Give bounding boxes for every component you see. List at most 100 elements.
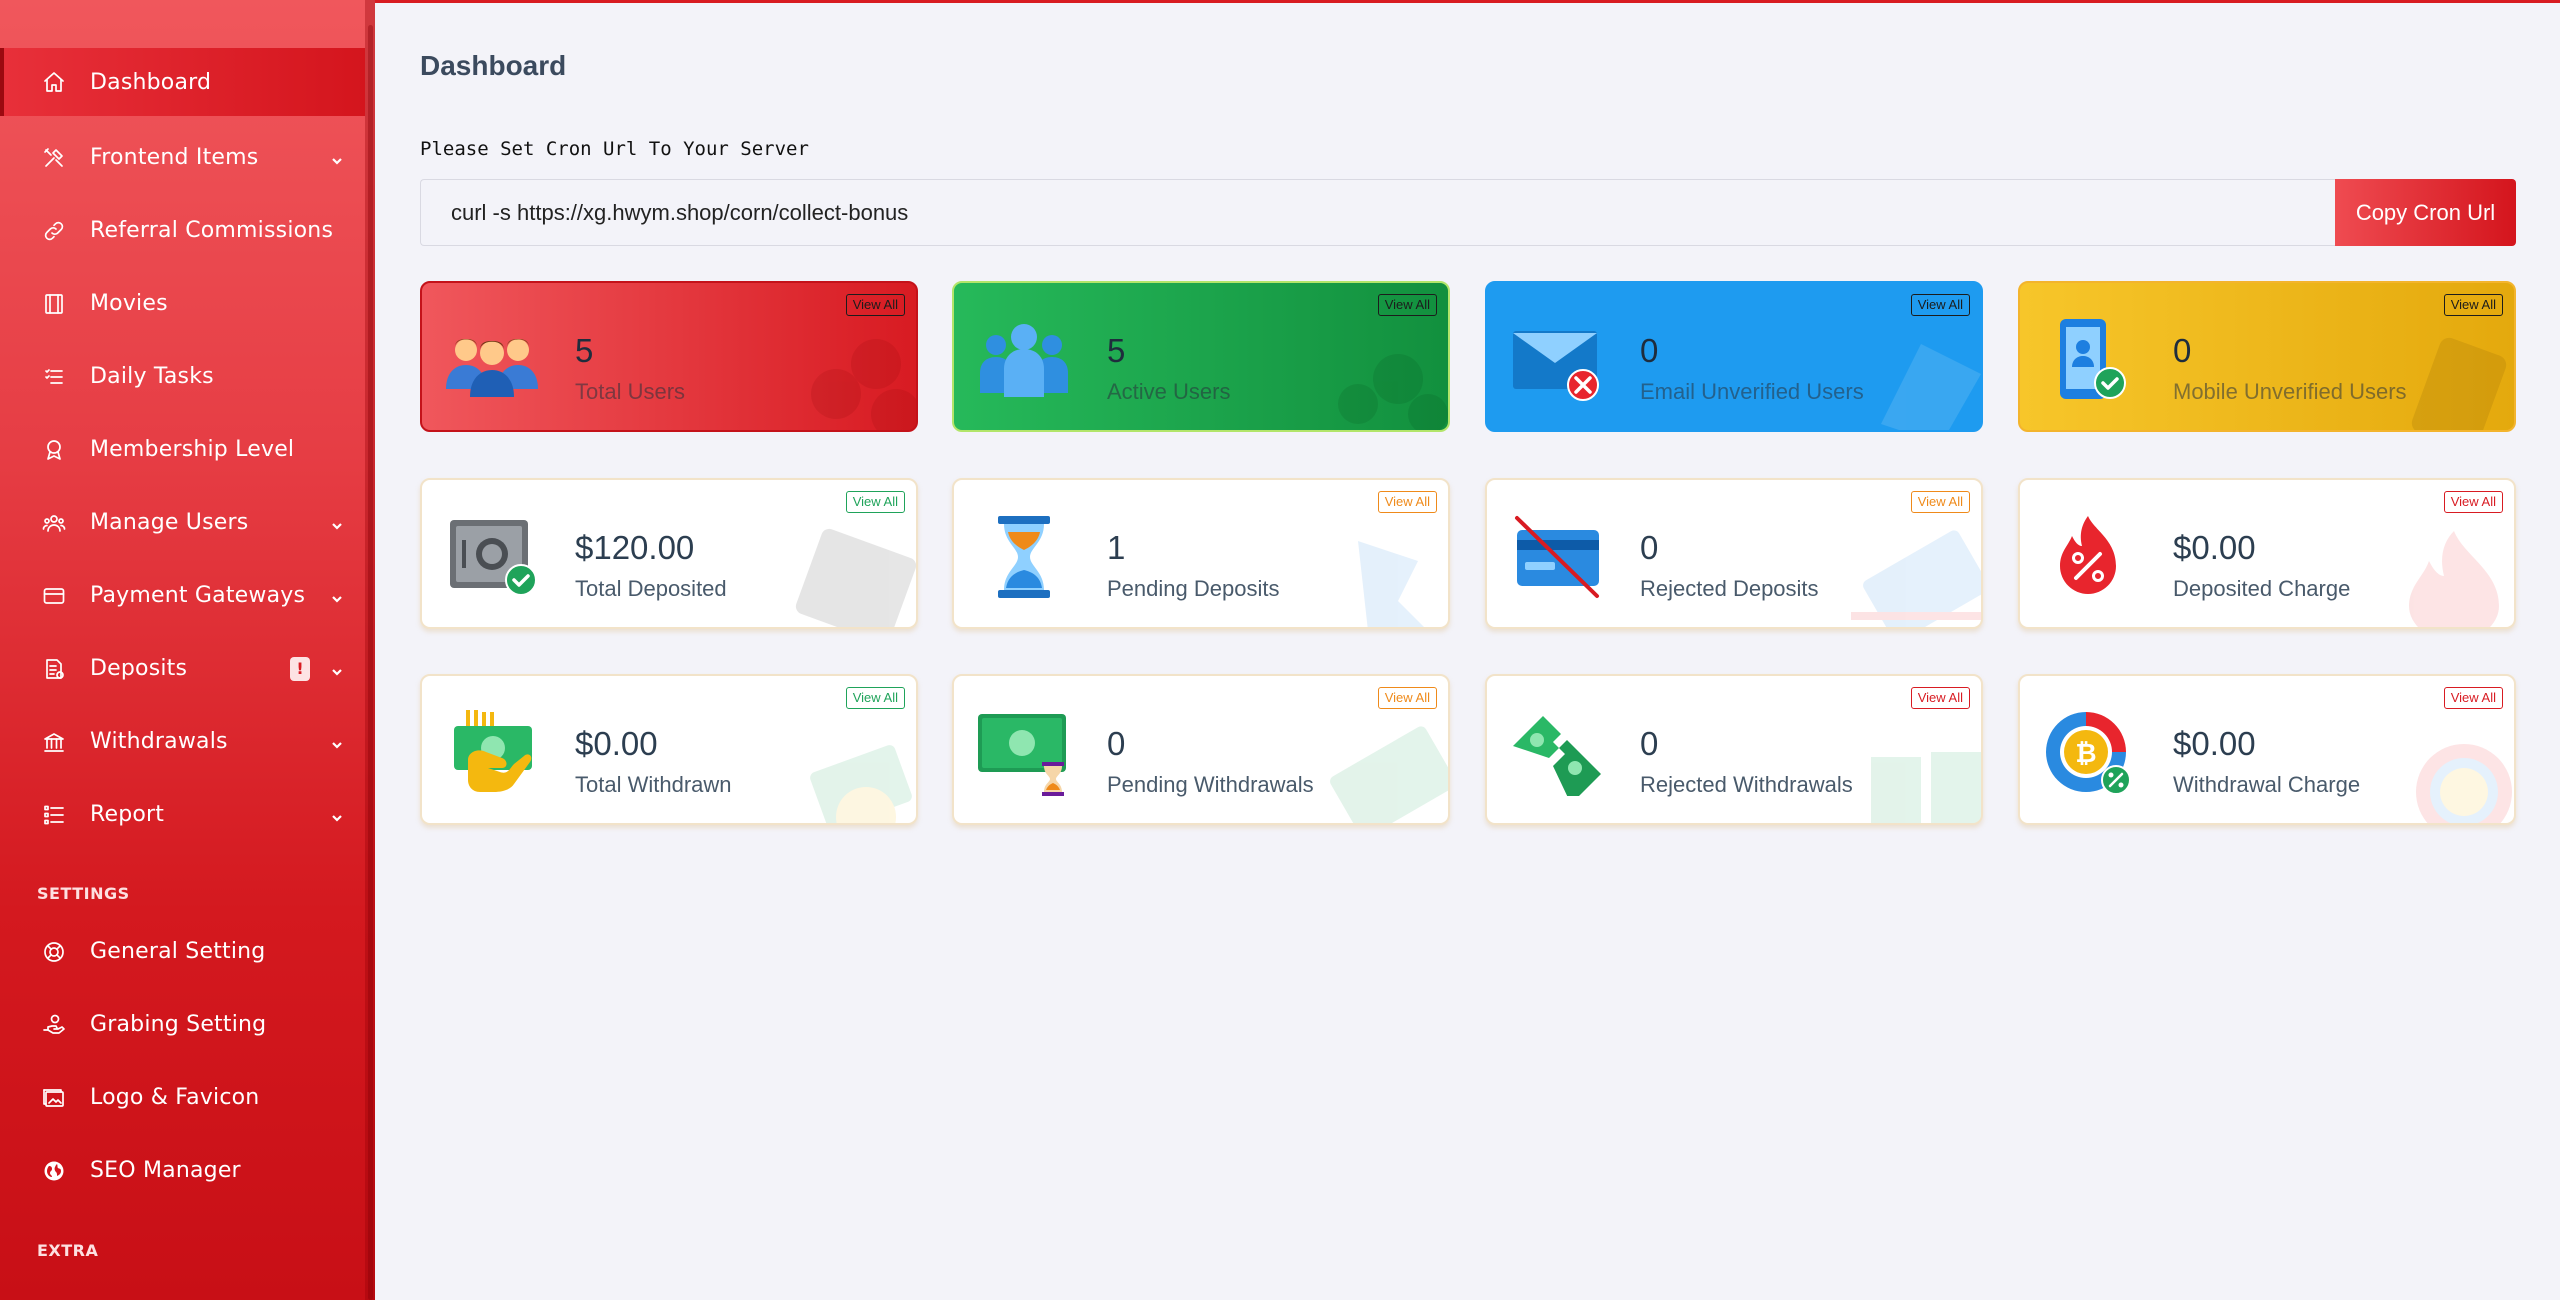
stat-value: $0.00 [575,725,658,762]
cron-url-label: Please Set Cron Url To Your Server [420,138,809,160]
stat-card-mobile-unverified[interactable]: 0 Mobile Unverified Users View All [2018,281,2516,432]
stat-card-rejected-deposits[interactable]: 0 Rejected Deposits View All [1485,478,1983,629]
stat-card-rejected-withdrawals[interactable]: 0 Rejected Withdrawals View All [1485,674,1983,825]
stat-value: 5 [575,332,594,369]
stat-label: Pending Deposits [1107,576,1280,601]
bitcoin-watermark-icon [2416,744,2512,823]
mobile-check-icon [2060,319,2126,399]
copy-cron-url-button[interactable]: Copy Cron Url [2335,179,2516,246]
cron-url-input[interactable]: curl -s https://xg.hwym.shop/corn/collec… [420,179,2335,246]
stat-card-deposited-charge[interactable]: $0.00 Deposited Charge View All [2018,478,2516,629]
stat-card-total-users[interactable]: 5 Total Users View All [420,281,918,432]
safe-check-icon [450,520,537,596]
stat-card-total-withdrawn[interactable]: $0.00 Total Withdrawn View All [420,674,918,825]
users-icon [40,509,68,537]
sidebar-item-frontend-items[interactable]: Frontend Items [0,121,365,194]
sidebar-item-label: Referral Commissions [90,218,334,243]
credit-card-icon [40,582,68,610]
sidebar-item-report[interactable]: Report [0,778,365,851]
hand-cash-watermark-icon [810,745,912,823]
chevron-down-icon [331,736,343,749]
stat-label: Total Withdrawn [575,772,732,797]
view-all-button[interactable]: View All [1910,294,1970,316]
sidebar-item-payment-gateways[interactable]: Payment Gateways [0,559,365,632]
alert-badge: ! [290,656,310,681]
sidebar-item-manage-users[interactable]: Manage Users [0,486,365,559]
top-accent-bar [375,0,2560,3]
svg-text:₿: ₿ [2075,739,2096,769]
cash-hourglass-icon [978,714,1066,796]
extra-section-title: EXTRA [37,1241,99,1260]
sidebar-item-label: Logo & Favicon [90,1085,260,1110]
torn-cash-watermark-icon [1871,752,1981,823]
stat-value: $0.00 [2173,529,2256,566]
view-all-button[interactable]: View All [2443,687,2503,709]
stat-label: Rejected Withdrawals [1640,772,1853,797]
sidebar-item-label: Withdrawals [90,729,228,754]
torn-cash-icon [1513,716,1601,796]
view-all-button[interactable]: View All [2443,491,2503,513]
sidebar-item-label: Frontend Items [90,145,259,170]
settings-nav: General Setting Grabing Setting Logo & F… [0,915,365,1207]
stat-label: Withdrawal Charge [2173,772,2361,797]
view-all-button[interactable]: View All [845,294,905,316]
stat-value: 0 [1640,725,1659,762]
stat-label: Rejected Deposits [1640,576,1819,601]
hourglass-icon [998,516,1050,598]
award-icon [40,436,68,464]
stat-card-active-users[interactable]: 5 Active Users View All [952,281,1450,432]
sidebar-item-logo-favicon[interactable]: Logo & Favicon [0,1061,365,1134]
home-icon [40,68,68,96]
sidebar-item-membership-level[interactable]: Membership Level [0,413,365,486]
link-icon [40,217,68,245]
view-all-button[interactable]: View All [1377,294,1437,316]
hand-coin-icon [40,1011,68,1039]
sidebar-item-label: Dashboard [90,69,212,95]
deposit-icon [40,655,68,683]
sidebar-item-deposits[interactable]: Deposits ! [0,632,365,705]
sidebar-item-grabing-setting[interactable]: Grabing Setting [0,988,365,1061]
stat-value: 0 [1640,332,1659,369]
chevron-down-icon [331,809,343,822]
sidebar-item-dashboard[interactable]: Dashboard [0,48,365,116]
film-icon [40,290,68,318]
active-users-icon [980,324,1068,397]
stat-card-pending-deposits[interactable]: 1 Pending Deposits View All [952,478,1450,629]
sidebar-item-label: General Setting [90,939,266,964]
view-all-button[interactable]: View All [845,491,905,513]
view-all-button[interactable]: View All [1377,491,1437,513]
stat-value: 0 [1107,725,1126,762]
sidebar-item-label: Deposits [90,656,188,681]
sidebar-item-label: Payment Gateways [90,583,306,608]
sidebar-scrollbar[interactable] [368,25,373,1300]
stat-label: Email Unverified Users [1640,379,1864,404]
sidebar-item-withdrawals[interactable]: Withdrawals [0,705,365,778]
stat-card-email-unverified[interactable]: 0 Email Unverified Users View All [1485,281,1983,432]
page-title: Dashboard [420,50,567,81]
stat-card-pending-withdrawals[interactable]: 0 Pending Withdrawals View All [952,674,1450,825]
view-all-button[interactable]: View All [1910,687,1970,709]
view-all-button[interactable]: View All [1910,491,1970,513]
stat-value: $0.00 [2173,725,2256,762]
sidebar-item-referral-commissions[interactable]: Referral Commissions [0,194,365,267]
cash-watermark-icon [1330,726,1448,823]
sidebar-item-label: Movies [90,291,168,316]
stat-card-withdrawal-charge[interactable]: ₿ $0.00 Withdrawal Charge View All [2018,674,2516,825]
sidebar-item-general-setting[interactable]: General Setting [0,915,365,988]
mobile-watermark-icon [2411,337,2507,430]
fire-percent-icon [2060,516,2116,594]
sidebar: Dashboard Frontend Items Referral Commis… [0,0,375,1300]
chevron-down-icon [331,590,343,603]
view-all-button[interactable]: View All [845,687,905,709]
bitcoin-percent-icon: ₿ [2046,712,2131,795]
stat-value: 5 [1107,332,1126,369]
view-all-button[interactable]: View All [2443,294,2503,316]
bank-icon [40,728,68,756]
stat-label: Active Users [1107,379,1231,404]
sidebar-item-movies[interactable]: Movies [0,267,365,340]
globe-icon [40,1157,68,1185]
sidebar-item-seo-manager[interactable]: SEO Manager [0,1134,365,1207]
sidebar-item-daily-tasks[interactable]: Daily Tasks [0,340,365,413]
view-all-button[interactable]: View All [1377,687,1437,709]
stat-card-total-deposited[interactable]: $120.00 Total Deposited View All [420,478,918,629]
